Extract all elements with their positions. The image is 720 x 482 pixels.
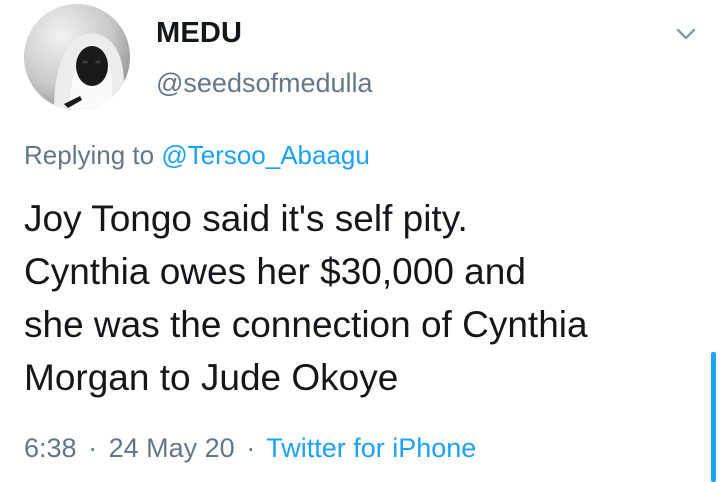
display-name[interactable]: MEDU (156, 15, 242, 51)
avatar[interactable] (24, 4, 130, 110)
tweet-time[interactable]: 6:38 (24, 433, 77, 463)
reply-mention-link[interactable]: @Tersoo_Abaagu (161, 140, 370, 170)
meta-separator: · (246, 433, 256, 463)
tweet-meta: 6:38 · 24 May 20 · Twitter for iPhone (24, 431, 476, 465)
tweet-text: Joy Tongo said it's self pity. Cynthia o… (24, 198, 588, 398)
user-handle[interactable]: @seedsofmedulla (156, 66, 373, 100)
tweet-source-link[interactable]: Twitter for iPhone (266, 433, 476, 463)
chevron-down-icon[interactable] (672, 20, 700, 48)
replying-to-line: Replying to @Tersoo_Abaagu (24, 139, 370, 171)
scrollbar[interactable] (711, 352, 716, 482)
replying-to-label: Replying to (24, 140, 155, 170)
tweet-date[interactable]: 24 May 20 (109, 433, 235, 463)
meta-separator: · (88, 433, 98, 463)
